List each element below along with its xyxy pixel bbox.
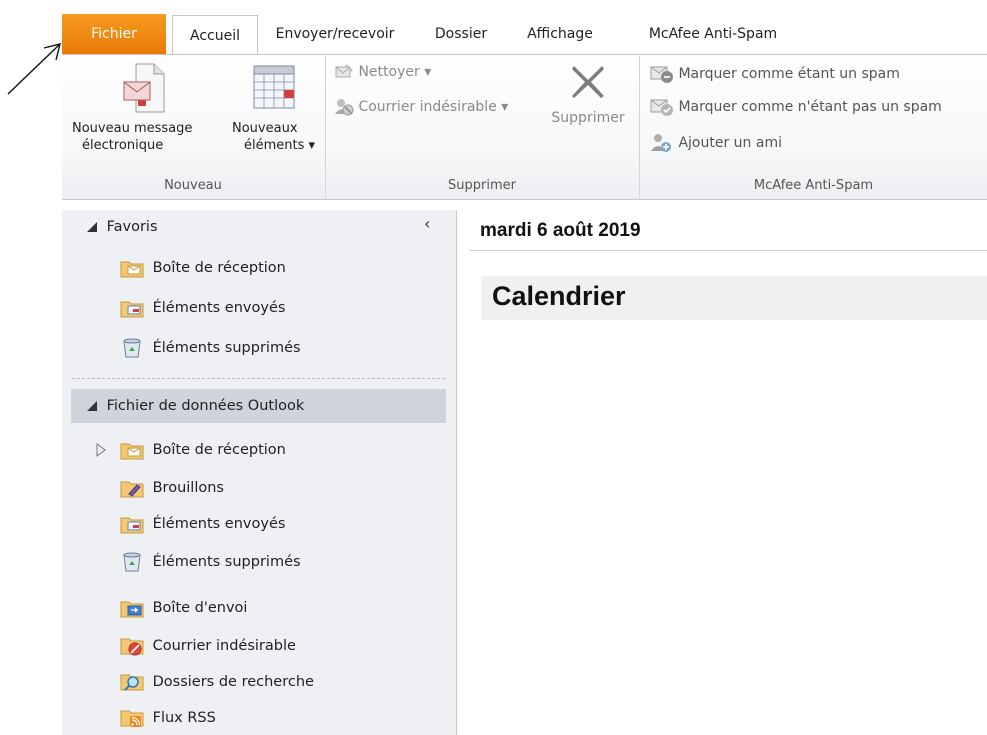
cleanup-button[interactable]: Nettoyer ▾ bbox=[334, 61, 431, 83]
folder-drafts-label: Brouillons bbox=[152, 480, 224, 496]
calendar-title: Calendrier bbox=[492, 281, 626, 311]
new-items-label-2: éléments ▾ bbox=[244, 138, 316, 153]
cleanup-icon bbox=[335, 64, 353, 78]
mark-not-spam-button[interactable]: Marquer comme n'étant pas un spam bbox=[650, 96, 942, 118]
folder-inbox-label: Boîte de réception bbox=[152, 442, 286, 458]
outlook-data-file-label-row: Fichier de données Outlook bbox=[86, 392, 304, 420]
folder-outbox[interactable]: Boîte d'envoi bbox=[120, 594, 247, 622]
junk-folder-icon bbox=[120, 638, 144, 656]
favorites-header[interactable]: Favoris bbox=[86, 213, 158, 241]
outbox-folder-icon bbox=[120, 601, 144, 618]
mark-spam-label: Marquer comme étant un spam bbox=[678, 66, 900, 82]
fav-sent[interactable]: Éléments envoyés bbox=[120, 294, 285, 322]
junk-mail-button[interactable]: Courrier indésirable ▾ bbox=[334, 96, 508, 118]
tab-fichier[interactable]: Fichier bbox=[62, 14, 166, 54]
tab-mcafee-anti-spam[interactable]: McAfee Anti-Spam bbox=[618, 14, 808, 54]
new-email-icon bbox=[123, 63, 165, 113]
new-items-label-1: Nouveaux bbox=[232, 121, 298, 136]
tab-affichage[interactable]: Affichage bbox=[508, 14, 612, 54]
new-email-label-1: Nouveau message bbox=[72, 121, 193, 136]
junk-mail-user-icon bbox=[335, 99, 354, 116]
mark-spam-button[interactable]: Marquer comme étant un spam bbox=[650, 63, 900, 85]
folder-deleted-label: Éléments supprimés bbox=[152, 554, 301, 570]
add-friend-label: Ajouter un ami bbox=[678, 135, 782, 151]
ribbon-tab-bar: Fichier Accueil Envoyer/recevoir Dossier… bbox=[62, 14, 987, 55]
sent-items-folder-icon bbox=[120, 301, 144, 318]
collapse-triangle-icon bbox=[87, 222, 97, 232]
new-email-label-2: électronique bbox=[82, 138, 164, 153]
sent-items-folder-icon bbox=[120, 517, 144, 534]
folder-junk[interactable]: Courrier indésirable bbox=[120, 632, 296, 660]
junk-mail-label: Courrier indésirable ▾ bbox=[358, 99, 509, 115]
delete-button[interactable]: Supprimer bbox=[540, 58, 636, 158]
new-email-button[interactable]: Nouveau message électronique bbox=[68, 58, 228, 168]
expand-arrow-icon[interactable] bbox=[95, 443, 107, 461]
collapse-triangle-icon bbox=[87, 401, 97, 411]
calendar-new-items-icon bbox=[253, 65, 295, 109]
folder-rss[interactable]: Flux RSS bbox=[120, 704, 216, 732]
search-folder-icon bbox=[120, 674, 144, 691]
folder-sent[interactable]: Éléments envoyés bbox=[120, 510, 285, 538]
mark-not-spam-label: Marquer comme n'étant pas un spam bbox=[678, 99, 942, 115]
not-spam-mark-icon bbox=[650, 99, 673, 116]
fav-deleted[interactable]: Éléments supprimés bbox=[120, 334, 301, 362]
outlook-data-file-label: Fichier de données Outlook bbox=[106, 398, 305, 414]
folder-rss-label: Flux RSS bbox=[152, 710, 216, 726]
inbox-folder-icon bbox=[120, 443, 144, 460]
group-label-nouveau: Nouveau bbox=[164, 178, 222, 193]
tab-dossier[interactable]: Dossier bbox=[416, 14, 506, 54]
fav-inbox[interactable]: Boîte de réception bbox=[120, 254, 286, 282]
rss-folder-icon bbox=[120, 710, 144, 727]
add-friend-icon bbox=[651, 134, 671, 152]
folder-deleted[interactable]: Éléments supprimés bbox=[120, 548, 301, 576]
delete-x-icon bbox=[572, 66, 604, 98]
drafts-folder-icon bbox=[120, 481, 144, 498]
deleted-items-trash-icon bbox=[123, 338, 141, 358]
fav-sent-label: Éléments envoyés bbox=[152, 300, 286, 316]
tab-envoyer-recevoir[interactable]: Envoyer/recevoir bbox=[260, 14, 410, 54]
group-label-mcafee: McAfee Anti-Spam bbox=[753, 178, 874, 193]
delete-label: Supprimer bbox=[551, 110, 625, 126]
inbox-folder-icon bbox=[120, 261, 144, 278]
group-label-supprimer: Supprimer bbox=[448, 178, 516, 193]
deleted-items-trash-icon bbox=[123, 552, 141, 572]
folder-outbox-label: Boîte d'envoi bbox=[152, 600, 248, 616]
folder-search-label: Dossiers de recherche bbox=[152, 674, 314, 690]
fav-deleted-label: Éléments supprimés bbox=[152, 340, 301, 356]
new-items-button[interactable]: Nouveaux éléments ▾ bbox=[228, 58, 320, 168]
spam-mark-icon bbox=[650, 66, 673, 83]
folder-search[interactable]: Dossiers de recherche bbox=[120, 668, 314, 696]
favorites-header-label: Favoris bbox=[106, 219, 158, 235]
add-friend-button[interactable]: Ajouter un ami bbox=[650, 132, 782, 154]
fav-inbox-label: Boîte de réception bbox=[152, 260, 286, 276]
nav-section-divider bbox=[72, 378, 445, 379]
annotation-arrow bbox=[7, 43, 61, 95]
cleanup-label: Nettoyer ▾ bbox=[358, 64, 432, 80]
folder-sent-label: Éléments envoyés bbox=[152, 516, 286, 532]
calendar-date: mardi 6 août 2019 bbox=[480, 220, 641, 241]
folder-drafts[interactable]: Brouillons bbox=[120, 474, 224, 502]
collapse-pane-chevron-icon[interactable]: ‹ bbox=[424, 214, 430, 233]
tab-accueil[interactable]: Accueil bbox=[172, 15, 258, 55]
folder-inbox[interactable]: Boîte de réception bbox=[120, 436, 286, 464]
folder-junk-label: Courrier indésirable bbox=[152, 638, 296, 654]
